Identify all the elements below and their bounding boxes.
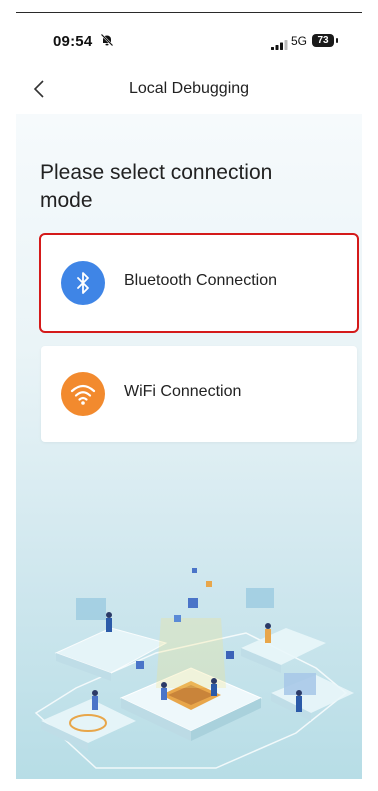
wifi-option-label: WiFi Connection — [124, 383, 242, 400]
status-bar: 09:54 5G 73 — [16, 13, 362, 67]
bluetooth-connection-option[interactable]: Bluetooth Connection — [39, 233, 359, 333]
battery-icon: 73 — [312, 34, 334, 47]
connection-prompt: Please select connection mode — [40, 161, 273, 212]
bluetooth-option-label: Bluetooth Connection — [124, 272, 277, 289]
phone-screen: 09:54 5G 73 Local Debugging Please selec… — [16, 12, 362, 779]
nav-bar: Local Debugging — [16, 67, 362, 114]
cellular-signal-icon — [271, 37, 288, 55]
wifi-icon — [61, 372, 105, 416]
network-type: 5G — [291, 34, 308, 48]
battery-tip — [336, 38, 338, 43]
wifi-connection-option[interactable]: WiFi Connection — [41, 346, 357, 442]
page-title: Local Debugging — [128, 80, 250, 97]
network-illustration — [34, 568, 354, 769]
bell-slash-icon — [100, 33, 114, 52]
status-time: 09:54 — [53, 33, 93, 50]
bluetooth-icon — [61, 261, 105, 305]
